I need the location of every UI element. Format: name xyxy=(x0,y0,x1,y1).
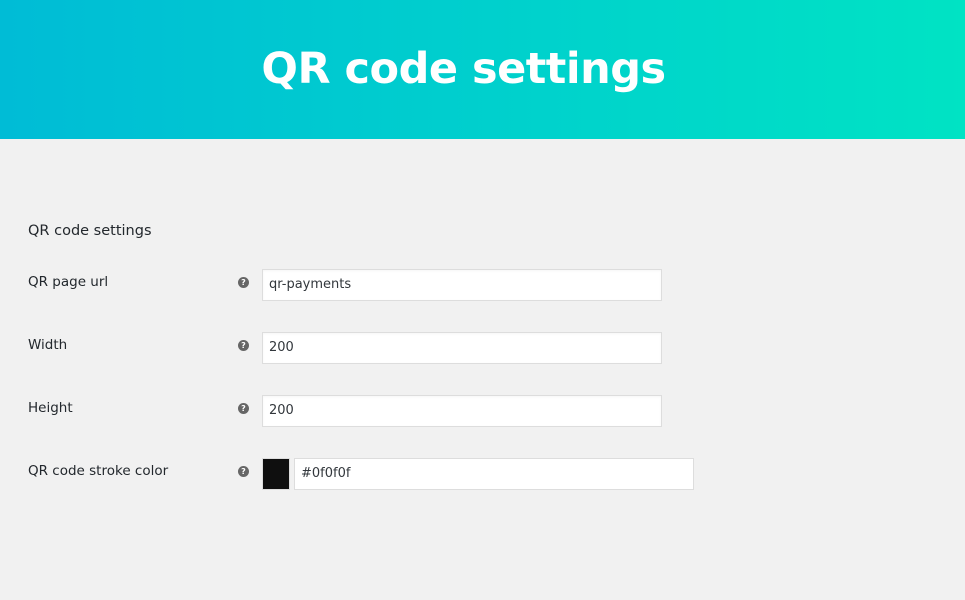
field-row-qr-page-url: QR page url ? xyxy=(0,269,965,303)
field-row-height: Height ? xyxy=(0,395,965,429)
section-title: QR code settings xyxy=(28,223,152,239)
color-swatch-button[interactable] xyxy=(262,458,290,490)
field-label-stroke-color: QR code stroke color xyxy=(28,463,169,479)
banner-title: QR code settings xyxy=(261,44,666,94)
field-row-stroke-color: QR code stroke color ? xyxy=(0,458,965,492)
field-label-qr-page-url: QR page url xyxy=(28,274,109,290)
field-label-height: Height xyxy=(28,400,73,416)
width-input[interactable] xyxy=(262,332,662,364)
field-row-width: Width ? xyxy=(0,332,965,366)
help-icon[interactable]: ? xyxy=(238,403,249,414)
qr-page-url-input[interactable] xyxy=(262,269,662,301)
header-banner: QR code settings xyxy=(0,0,965,139)
height-input[interactable] xyxy=(262,395,662,427)
help-icon[interactable]: ? xyxy=(238,466,249,477)
help-icon[interactable]: ? xyxy=(238,277,249,288)
field-label-width: Width xyxy=(28,337,68,353)
stroke-color-input[interactable] xyxy=(294,458,694,490)
help-icon[interactable]: ? xyxy=(238,340,249,351)
